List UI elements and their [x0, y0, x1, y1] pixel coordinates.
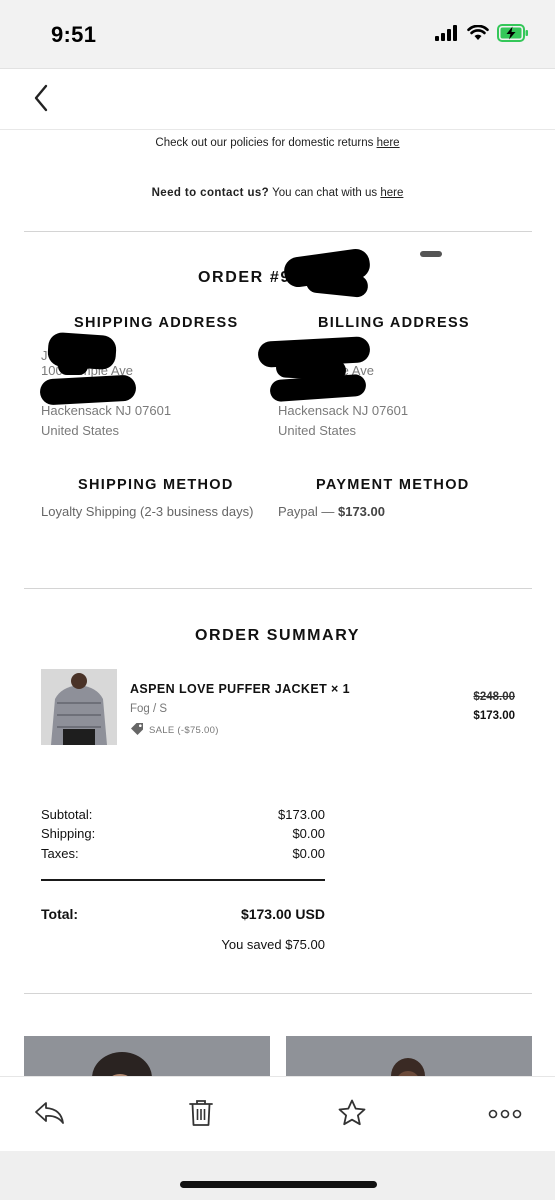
billing-country: United States [278, 423, 357, 438]
order-title: ORDER #9 [198, 269, 291, 286]
shipping-label: Shipping: [41, 826, 96, 841]
tag-icon [130, 721, 145, 739]
product-image[interactable] [41, 669, 117, 745]
divider [24, 231, 532, 232]
taxes-value: $0.00 [292, 846, 325, 861]
reply-icon [33, 1100, 65, 1131]
total-value: $173.00 USD [240, 906, 325, 922]
contact-line: Need to contact us? You can chat with us… [0, 187, 555, 199]
home-indicator[interactable] [180, 1181, 377, 1188]
divider [24, 588, 532, 589]
star-button[interactable] [332, 1095, 372, 1135]
trash-button[interactable] [181, 1095, 221, 1135]
payment-amount: $173.00 [337, 504, 385, 519]
status-icons [435, 24, 529, 47]
email-content: Check out our policies for domestic retu… [0, 131, 555, 1076]
sale-label: SALE (-$75.00) [149, 724, 219, 736]
contact-text: You can chat with us [269, 187, 381, 199]
payment-method-value: Paypal — $173.00 [278, 504, 385, 519]
home-area [0, 1151, 555, 1200]
battery-icon [497, 24, 529, 47]
redaction-mark [269, 373, 367, 403]
wifi-icon [467, 24, 489, 46]
shipping-method-heading: SHIPPING METHOD [78, 477, 234, 493]
more-button[interactable] [485, 1095, 525, 1135]
billing-address-heading: BILLING ADDRESS [318, 315, 470, 331]
redaction-mark [420, 251, 442, 257]
chevron-left-icon [33, 84, 49, 117]
original-price: $248.00 [473, 691, 515, 703]
returns-policy-link[interactable]: here [377, 137, 400, 149]
status-time: 9:51 [51, 22, 97, 47]
shipping-city: Hackensack NJ 07601 [41, 403, 172, 418]
shipping-value: $0.00 [292, 826, 325, 841]
product-variant: Fog / S [130, 703, 168, 715]
subtotal-value: $173.00 [278, 807, 325, 822]
divider [24, 993, 532, 994]
shipping-method-value: Loyalty Shipping (2-3 business days) [41, 504, 254, 519]
trash-icon [188, 1098, 214, 1133]
signal-icon [435, 25, 459, 46]
total-label: Total: [41, 906, 79, 922]
mail-toolbar [0, 1076, 555, 1151]
subtotal-label: Subtotal: [41, 807, 93, 822]
order-summary-heading: ORDER SUMMARY [194, 627, 361, 644]
promo-image[interactable] [24, 1036, 270, 1076]
reply-button[interactable] [29, 1095, 69, 1135]
shipping-name: J [41, 348, 48, 363]
promo-image[interactable] [286, 1036, 532, 1076]
redaction-mark [58, 357, 88, 375]
savings-text: You saved $75.00 [221, 937, 325, 952]
returns-policy-text: Check out our policies for domestic retu… [155, 137, 377, 149]
product-name[interactable]: ASPEN LOVE PUFFER JACKET × 1 [130, 682, 350, 696]
contact-link[interactable]: here [380, 187, 403, 199]
star-icon [337, 1098, 367, 1133]
taxes-label: Taxes: [41, 846, 79, 861]
payment-provider: Paypal — [278, 504, 338, 519]
shipping-country: United States [41, 423, 120, 438]
sale-price: $173.00 [473, 710, 515, 722]
shipping-address-heading: SHIPPING ADDRESS [74, 315, 239, 331]
totals-rule [41, 879, 325, 881]
back-button[interactable] [24, 81, 58, 119]
nav-bar [0, 68, 555, 130]
returns-policy-line: Check out our policies for domestic retu… [0, 137, 555, 149]
redaction-mark [39, 374, 137, 406]
more-icon [488, 1106, 522, 1124]
sale-badge: SALE (-$75.00) [130, 721, 219, 739]
payment-method-heading: PAYMENT METHOD [316, 477, 470, 493]
status-bar: 9:51 [0, 0, 555, 68]
billing-city: Hackensack NJ 07601 [278, 403, 409, 418]
contact-lead: Need to contact us? [151, 187, 270, 199]
